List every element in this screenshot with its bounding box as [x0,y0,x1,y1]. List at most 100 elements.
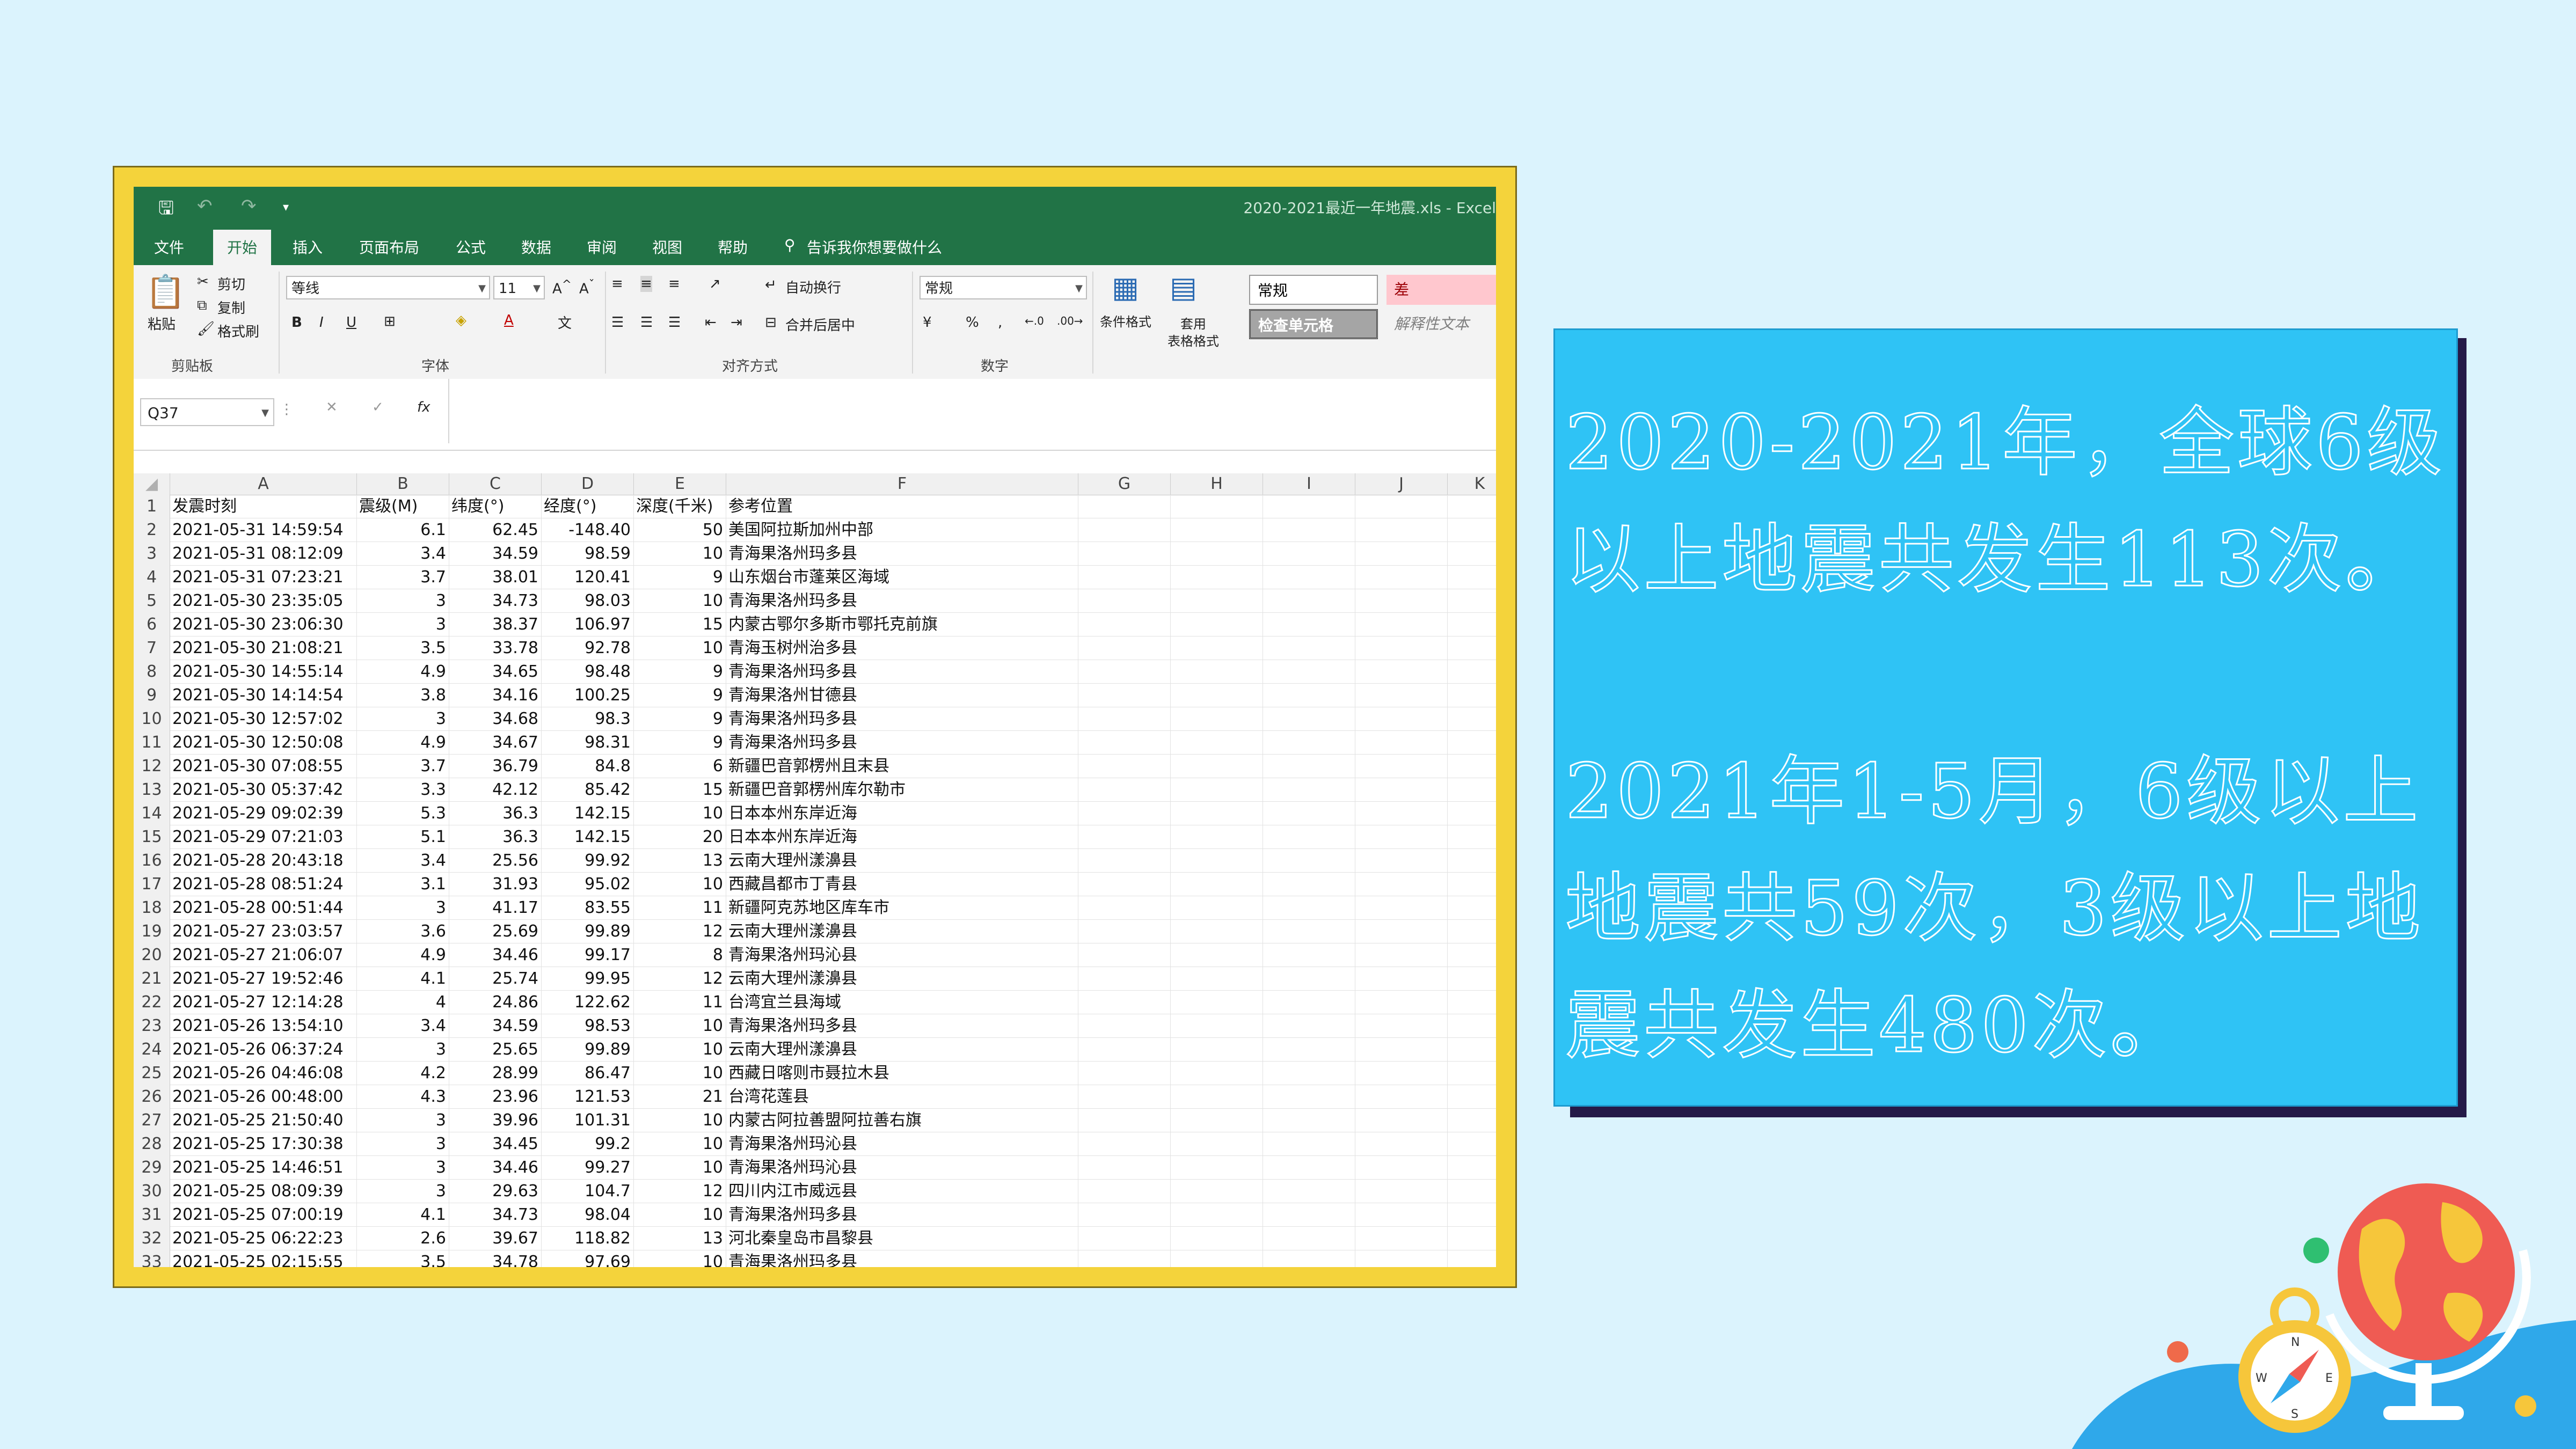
table-cell[interactable]: 15 [636,613,723,636]
currency-icon[interactable]: ¥ [923,314,932,331]
table-cell[interactable]: 2021-05-30 07:08:55 [172,755,354,778]
table-cell[interactable]: 青海果洛州玛多县 [728,1250,1075,1267]
header-cell[interactable]: 纬度(°) [451,495,538,518]
column-header-b[interactable]: B [357,473,449,495]
font-size-combo[interactable]: 11 ▼ [493,276,545,299]
fill-color-icon[interactable]: ◈ [456,312,466,328]
table-cell[interactable]: 3.4 [359,542,446,566]
bold-icon[interactable]: B [291,314,302,331]
column-header-h[interactable]: H [1171,473,1263,495]
row-header[interactable]: 13 [134,778,170,802]
table-cell[interactable]: 104.7 [544,1180,631,1203]
row-header[interactable]: 25 [134,1062,170,1085]
table-cell[interactable]: 3.4 [359,1014,446,1038]
row-header[interactable]: 23 [134,1014,170,1038]
tab-formulas[interactable]: 公式 [456,236,486,258]
row-header[interactable]: 19 [134,920,170,943]
table-cell[interactable]: 99.2 [544,1132,631,1156]
table-cell[interactable]: 29.63 [451,1180,538,1203]
header-cell[interactable]: 经度(°) [544,495,631,518]
table-cell[interactable]: 34.78 [451,1250,538,1267]
table-cell[interactable]: 青海果洛州玛多县 [728,1014,1075,1038]
row-header[interactable]: 14 [134,802,170,825]
table-cell[interactable]: 42.12 [451,778,538,802]
italic-icon[interactable]: I [319,314,324,331]
table-cell[interactable]: 4.9 [359,660,446,684]
table-cell[interactable]: 142.15 [544,802,631,825]
orientation-icon[interactable]: ↗ [709,276,721,292]
table-cell[interactable]: 青海果洛州玛多县 [728,731,1075,755]
row-header[interactable]: 4 [134,566,170,589]
table-cell[interactable]: 西藏日喀则市聂拉木县 [728,1062,1075,1085]
table-cell[interactable]: 新疆巴音郭楞州库尔勒市 [728,778,1075,802]
row-header[interactable]: 17 [134,873,170,896]
table-cell[interactable]: 4.3 [359,1085,446,1109]
table-cell[interactable]: 98.48 [544,660,631,684]
table-cell[interactable]: 99.92 [544,849,631,873]
table-cell[interactable]: 10 [636,589,723,613]
row-header[interactable]: 11 [134,731,170,755]
row-header[interactable]: 27 [134,1109,170,1132]
table-cell[interactable]: 39.67 [451,1227,538,1250]
row-header[interactable]: 5 [134,589,170,613]
table-cell[interactable]: 15 [636,778,723,802]
table-cell[interactable]: 11 [636,991,723,1014]
table-cell[interactable]: 2021-05-28 20:43:18 [172,849,354,873]
table-cell[interactable]: 内蒙古鄂尔多斯市鄂托克前旗 [728,613,1075,636]
table-cell[interactable]: 9 [636,684,723,707]
table-cell[interactable]: 2021-05-25 02:15:55 [172,1250,354,1267]
header-cell[interactable]: 震级(M) [359,495,446,518]
table-cell[interactable]: 日本本州东岸近海 [728,825,1075,849]
table-cell[interactable]: 青海果洛州玛多县 [728,660,1075,684]
table-cell[interactable]: 50 [636,518,723,542]
table-cell[interactable]: 38.01 [451,566,538,589]
table-cell[interactable]: 新疆巴音郭楞州且末县 [728,755,1075,778]
save-icon[interactable]: 🖫 [158,195,174,226]
table-cell[interactable]: 3.8 [359,684,446,707]
name-box[interactable]: Q37 ▼ [140,398,274,426]
table-cell[interactable]: 3 [359,1109,446,1132]
table-cell[interactable]: 4.9 [359,943,446,967]
increase-font-icon[interactable]: A^ [552,278,572,297]
table-cell[interactable]: 3.5 [359,636,446,660]
table-cell[interactable]: 2021-05-30 23:35:05 [172,589,354,613]
table-cell[interactable]: 106.97 [544,613,631,636]
merge-icon[interactable]: ⊟ [765,314,777,331]
paste-icon[interactable]: 📋 [145,273,186,311]
column-header-j[interactable]: J [1355,473,1448,495]
table-cell[interactable]: 2021-05-27 21:06:07 [172,943,354,967]
table-cell[interactable]: 9 [636,660,723,684]
table-cell[interactable]: 青海玉树州治多县 [728,636,1075,660]
table-cell[interactable]: 9 [636,731,723,755]
table-cell[interactable]: 3 [359,896,446,920]
table-cell[interactable]: 36.3 [451,825,538,849]
table-cell[interactable]: 10 [636,873,723,896]
conditional-format-button[interactable]: 条件格式 [1100,311,1151,330]
table-cell[interactable]: 6.1 [359,518,446,542]
row-header[interactable]: 32 [134,1227,170,1250]
table-cell[interactable]: 13 [636,849,723,873]
table-cell[interactable]: 21 [636,1085,723,1109]
table-cell[interactable]: 2021-05-26 00:48:00 [172,1085,354,1109]
table-cell[interactable]: 2021-05-30 12:50:08 [172,731,354,755]
insert-function-icon[interactable]: fx [417,399,430,415]
table-cell[interactable]: 34.67 [451,731,538,755]
table-cell[interactable]: 3.7 [359,755,446,778]
table-cell[interactable]: 2021-05-30 21:08:21 [172,636,354,660]
table-cell[interactable]: 5.1 [359,825,446,849]
format-as-table-label-2[interactable]: 表格格式 [1167,331,1219,349]
tab-file[interactable]: 文件 [154,236,184,258]
table-cell[interactable]: 青海果洛州玛沁县 [728,1156,1075,1180]
table-cell[interactable]: 日本本州东岸近海 [728,802,1075,825]
table-cell[interactable]: 4.1 [359,1203,446,1227]
table-cell[interactable]: 2021-05-25 21:50:40 [172,1109,354,1132]
table-cell[interactable]: 5.3 [359,802,446,825]
table-cell[interactable]: 34.46 [451,943,538,967]
table-cell[interactable]: 3 [359,1180,446,1203]
table-cell[interactable]: 3 [359,1156,446,1180]
table-cell[interactable]: 4.9 [359,731,446,755]
table-cell[interactable]: 101.31 [544,1109,631,1132]
table-cell[interactable]: 25.69 [451,920,538,943]
row-header[interactable]: 15 [134,825,170,849]
table-cell[interactable]: 99.89 [544,1038,631,1062]
